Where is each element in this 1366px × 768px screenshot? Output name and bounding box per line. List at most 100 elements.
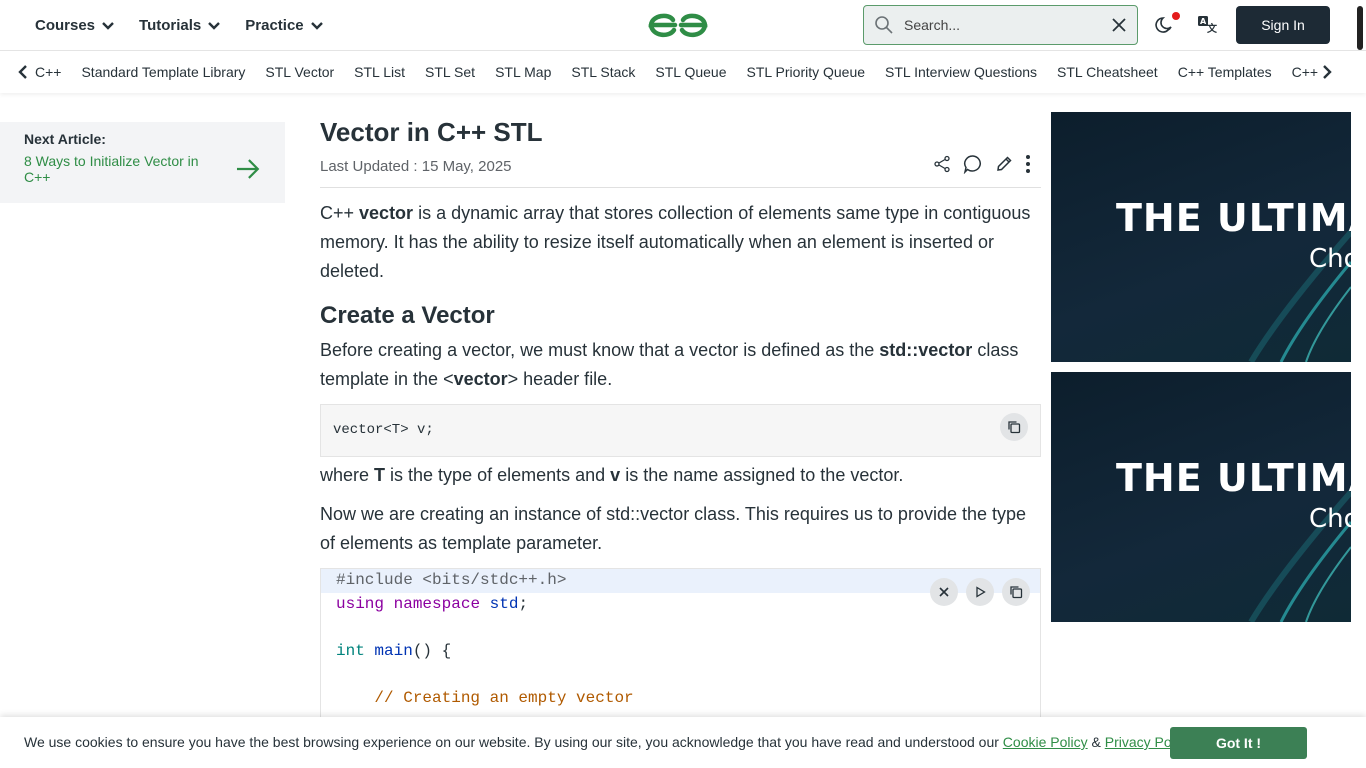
menu-practice-label: Practice bbox=[245, 16, 304, 34]
copy-button[interactable] bbox=[1000, 413, 1028, 441]
next-article-box: Next Article: 8 Ways to Initialize Vecto… bbox=[0, 122, 285, 203]
code-token: // Creating an empty vector bbox=[374, 688, 634, 707]
menu-tutorials-label: Tutorials bbox=[139, 16, 202, 34]
ad-subtext: Choose bbox=[1309, 504, 1351, 534]
accept-cookies-button[interactable]: Got It ! bbox=[1170, 727, 1307, 759]
topic-subnav: C++ Standard Template Library STL Vector… bbox=[0, 51, 1366, 93]
subnav-item-stl-vector[interactable]: STL Vector bbox=[265, 64, 334, 80]
ad-subtext: Choose bbox=[1309, 244, 1351, 274]
where-post: is the name assigned to the vector. bbox=[620, 465, 904, 485]
next-article-title[interactable]: 8 Ways to Initialize Vector in C++ bbox=[24, 153, 227, 185]
subnav-item-stl-list[interactable]: STL List bbox=[354, 64, 405, 80]
syntax-code: vector<T> v; bbox=[333, 422, 434, 438]
intro-post: is a dynamic array that stores collectio… bbox=[320, 203, 1031, 281]
search-icon bbox=[875, 16, 893, 34]
last-updated: Last Updated : 15 May, 2025 bbox=[320, 158, 512, 175]
cookie-policy-link[interactable]: Cookie Policy bbox=[1003, 734, 1088, 750]
subnav-item-stl-map[interactable]: STL Map bbox=[495, 64, 551, 80]
edit-icon[interactable] bbox=[995, 155, 1013, 173]
copy-code-button[interactable] bbox=[1002, 578, 1030, 606]
cookie-banner: We use cookies to ensure you have the be… bbox=[0, 717, 1366, 768]
subnav-item-cpp-functor[interactable]: C++ Functor bbox=[1292, 64, 1320, 80]
subnav-item-stl-priority-queue[interactable]: STL Priority Queue bbox=[747, 64, 866, 80]
code-token: () { bbox=[412, 641, 452, 660]
svg-text:文: 文 bbox=[1207, 22, 1217, 34]
menu-courses-label: Courses bbox=[35, 16, 96, 34]
chevron-down-icon bbox=[310, 22, 323, 30]
menu-tutorials[interactable]: Tutorials bbox=[139, 17, 221, 34]
close-code-button[interactable] bbox=[930, 578, 958, 606]
search-box[interactable] bbox=[863, 5, 1138, 45]
instance-paragraph: Now we are creating an instance of std::… bbox=[320, 504, 1027, 553]
where-pre: where bbox=[320, 465, 375, 485]
where-paragraph: where T is the type of elements and v is… bbox=[320, 461, 1041, 490]
where-mid: is the type of elements and bbox=[385, 465, 611, 485]
search-input[interactable] bbox=[904, 17, 1111, 33]
ad-banner[interactable]: THE ULTIMATE Choose bbox=[1051, 372, 1351, 622]
code-token: int bbox=[336, 641, 365, 660]
menu-practice[interactable]: Practice bbox=[245, 17, 323, 34]
sign-in-button[interactable]: Sign In bbox=[1236, 6, 1330, 44]
subnav-item-stl-set[interactable]: STL Set bbox=[425, 64, 475, 80]
notification-dot bbox=[1172, 12, 1180, 20]
dark-mode-toggle-icon[interactable] bbox=[1154, 15, 1174, 35]
code-toolbar bbox=[930, 578, 1030, 606]
subnav-items: C++ Standard Template Library STL Vector… bbox=[35, 51, 1320, 93]
article-content: Vector in C++ STL Last Updated : 15 May,… bbox=[320, 112, 1041, 738]
subnav-item-stl-interview[interactable]: STL Interview Questions bbox=[885, 64, 1037, 80]
chevron-left-icon[interactable] bbox=[16, 62, 30, 82]
article-actions bbox=[933, 154, 1031, 174]
subnav-item-stl-queue[interactable]: STL Queue bbox=[655, 64, 726, 80]
play-icon bbox=[976, 586, 986, 598]
ad-banner[interactable]: THE ULTIMATE Choose bbox=[1051, 112, 1351, 362]
copy-icon bbox=[1010, 586, 1023, 599]
subnav-item-cpp-templates[interactable]: C++ Templates bbox=[1178, 64, 1272, 80]
code-token: ; bbox=[518, 594, 529, 613]
article-meta: Last Updated : 15 May, 2025 bbox=[320, 152, 1041, 188]
more-options-icon[interactable] bbox=[1025, 154, 1031, 174]
intro-pre: C++ bbox=[320, 203, 360, 223]
close-icon[interactable] bbox=[1111, 17, 1127, 33]
next-article-link[interactable]: 8 Ways to Initialize Vector in C++ bbox=[24, 153, 261, 185]
create-paragraph: Before creating a vector, we must know t… bbox=[320, 336, 1041, 394]
arrow-right-icon[interactable] bbox=[235, 158, 261, 180]
create-bold-1: std::vector bbox=[879, 340, 973, 360]
subnav-item-stl[interactable]: Standard Template Library bbox=[81, 64, 245, 80]
main-menu: Courses Tutorials Practice bbox=[35, 0, 348, 50]
comment-icon[interactable] bbox=[963, 154, 983, 174]
syntax-code-block: vector<T> v; bbox=[320, 404, 1041, 457]
where-bold-2: v bbox=[610, 465, 621, 485]
copy-icon bbox=[1008, 421, 1021, 434]
chevron-right-icon[interactable] bbox=[1320, 62, 1334, 82]
scrollbar-thumb[interactable] bbox=[1357, 6, 1363, 50]
article-title: Vector in C++ STL bbox=[320, 117, 543, 147]
code-token: main bbox=[374, 641, 413, 660]
intro-bold: vector bbox=[359, 203, 414, 223]
subnav-item-stl-cheatsheet[interactable]: STL Cheatsheet bbox=[1057, 64, 1158, 80]
example-code-block: #include <bits/stdc++.h> using namespace… bbox=[320, 568, 1041, 738]
run-code-button[interactable] bbox=[966, 578, 994, 606]
code-line: int main() { bbox=[321, 640, 1040, 664]
close-icon bbox=[939, 587, 949, 597]
top-navbar: Courses Tutorials Practice A文 Sign In bbox=[0, 0, 1366, 51]
chevron-down-icon bbox=[208, 22, 221, 30]
next-article-label: Next Article: bbox=[24, 131, 106, 147]
create-bold-2: vector bbox=[453, 369, 508, 389]
ad-headline: THE ULTIMATE bbox=[1116, 456, 1351, 500]
subnav-item-cpp[interactable]: C++ bbox=[35, 64, 61, 80]
scrollbar[interactable] bbox=[1356, 0, 1364, 51]
cookie-text: We use cookies to ensure you have the be… bbox=[24, 734, 1003, 750]
site-logo-icon[interactable] bbox=[647, 9, 709, 41]
create-post: > header file. bbox=[507, 369, 613, 389]
svg-text:A: A bbox=[1200, 17, 1207, 26]
menu-courses[interactable]: Courses bbox=[35, 17, 115, 34]
intro-paragraph: C++ vector is a dynamic array that store… bbox=[320, 199, 1041, 286]
code-line: // Creating an empty vector bbox=[321, 687, 1040, 711]
section-heading-create: Create a Vector bbox=[320, 302, 495, 329]
code-token: #include <bits/stdc++.h> bbox=[336, 571, 567, 589]
share-icon[interactable] bbox=[933, 155, 951, 173]
translate-icon[interactable]: A文 bbox=[1197, 14, 1217, 34]
code-token: namespace bbox=[393, 594, 481, 613]
subnav-item-stl-stack[interactable]: STL Stack bbox=[571, 64, 635, 80]
